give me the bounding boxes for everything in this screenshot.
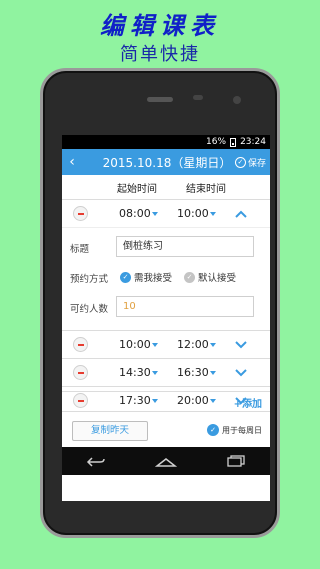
status-bar: 16% 23:24 [62, 135, 270, 149]
title-label: 标题 [70, 244, 90, 255]
plus-icon: + [233, 399, 242, 410]
chevron-up-icon[interactable] [234, 207, 248, 221]
system-nav-bar [62, 447, 270, 475]
home-nav-icon[interactable] [154, 452, 178, 471]
option-label: 默认接受 [198, 273, 237, 284]
back-icon[interactable]: ‹ [62, 154, 82, 170]
end-time-header: 结束时间 [186, 183, 226, 195]
phone-frame: 16% 23:24 ‹ 2015.10.18（星期日） ✓ 保存 起始时间 结束… [40, 68, 280, 538]
column-headers: 起始时间 结束时间 [62, 175, 270, 199]
title-input[interactable]: 倒桩练习 [116, 236, 254, 257]
screen: 16% 23:24 ‹ 2015.10.18（星期日） ✓ 保存 起始时间 结束… [62, 135, 270, 501]
radio-auto-accept[interactable]: ✓ 默认接受 [184, 270, 236, 284]
save-label: 保存 [247, 158, 266, 169]
dropdown-arrow-icon[interactable] [152, 211, 158, 216]
footer-bar: 复制昨天 ✓ 用于每周日 [62, 411, 270, 447]
capacity-label: 可约人数 [70, 304, 109, 315]
add-slot-button[interactable]: +添加 [234, 395, 262, 410]
start-time-select[interactable]: 14:30 [119, 366, 151, 379]
end-time-select[interactable]: 16:30 [177, 366, 209, 379]
start-time-header: 起始时间 [117, 183, 157, 195]
radio-need-accept[interactable]: ✓ 需我接受 [120, 270, 172, 284]
back-nav-icon[interactable] [86, 452, 106, 471]
weekly-label: 用于每周日 [222, 425, 262, 435]
save-button[interactable]: ✓ 保存 [234, 149, 266, 175]
capacity-input[interactable]: 10 [116, 296, 254, 317]
dropdown-arrow-icon[interactable] [152, 370, 158, 375]
end-time-select[interactable]: 10:00 [177, 207, 209, 220]
booking-label: 预约方式 [70, 274, 109, 285]
slot-detail-panel: 标题 倒桩练习 预约方式 ✓ 需我接受 ✓ 默认接受 可约人数 10 [62, 227, 270, 330]
promo-subtitle: 简单快捷 [120, 44, 200, 65]
sensor [193, 95, 203, 100]
add-label: 添加 [242, 399, 262, 410]
chevron-down-icon[interactable] [234, 338, 248, 352]
check-icon: ✓ [184, 271, 195, 283]
time-slot-row: 10:00 12:00 [62, 330, 270, 358]
remove-slot-button[interactable] [73, 365, 88, 380]
option-label: 需我接受 [134, 273, 173, 284]
dropdown-arrow-icon[interactable] [210, 342, 216, 347]
app-bar: ‹ 2015.10.18（星期日） ✓ 保存 [62, 149, 270, 175]
start-time-select[interactable]: 10:00 [119, 338, 151, 351]
start-time-select[interactable]: 08:00 [119, 207, 151, 220]
clock: 23:24 [240, 137, 266, 147]
recents-nav-icon[interactable] [226, 452, 246, 471]
check-icon: ✓ [120, 271, 131, 283]
time-slot-row: 08:00 10:00 [62, 199, 270, 227]
battery-percent: 16% [206, 137, 227, 147]
chevron-down-icon[interactable] [234, 366, 248, 380]
time-slot-row: 14:30 16:30 [62, 358, 270, 386]
remove-slot-button[interactable] [73, 337, 88, 352]
speaker-grille [147, 97, 173, 102]
dropdown-arrow-icon[interactable] [210, 370, 216, 375]
apply-weekly-checkbox[interactable]: ✓ 用于每周日 [207, 424, 262, 436]
dropdown-arrow-icon[interactable] [152, 342, 158, 347]
dropdown-arrow-icon[interactable] [210, 211, 216, 216]
copy-yesterday-button[interactable]: 复制昨天 [72, 421, 148, 441]
promo-title: 编辑课表 [100, 11, 220, 40]
end-time-select[interactable]: 12:00 [177, 338, 209, 351]
remove-slot-button[interactable] [73, 206, 88, 221]
check-circle-icon: ✓ [234, 156, 246, 168]
front-camera [233, 96, 241, 104]
battery-icon [230, 137, 237, 147]
add-row: +添加 [62, 391, 270, 411]
check-icon: ✓ [207, 424, 219, 436]
